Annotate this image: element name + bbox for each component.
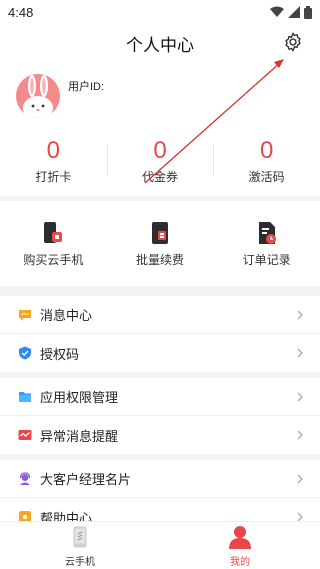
bottom-tab-bar: 云手机 我的 <box>0 521 320 569</box>
menu-item-help-center[interactable]: 帮助中心 <box>0 498 320 521</box>
order-record-icon <box>258 222 276 244</box>
action-label: 批量续费 <box>136 253 185 267</box>
stat-activation-code[interactable]: 0 激活码 <box>213 132 320 192</box>
stat-value: 0 <box>153 137 167 164</box>
page-header: 个人中心 <box>0 24 320 62</box>
menu-item-account-manager[interactable]: 大客户经理名片 <box>0 460 320 498</box>
folder-icon <box>19 391 31 402</box>
menu-item-app-permissions[interactable]: 应用权限管理 <box>0 378 320 416</box>
action-label: 购买云手机 <box>23 253 84 267</box>
chevron-right-icon <box>297 512 303 521</box>
action-label: 订单记录 <box>242 253 291 267</box>
chevron-right-icon <box>297 430 303 440</box>
headset-icon <box>19 471 31 485</box>
chevron-right-icon <box>297 392 303 401</box>
stat-label: 打折卡 <box>35 170 72 184</box>
menu-item-label: 应用权限管理 <box>40 390 119 405</box>
stat-value: 0 <box>46 137 61 164</box>
tab-label: 云手机 <box>65 557 95 568</box>
tab-cloud-phone[interactable]: 云手机 <box>0 522 160 569</box>
menu-item-label: 帮助中心 <box>40 510 93 522</box>
message-icon <box>19 309 31 321</box>
status-bar: 4:48 <box>0 0 320 24</box>
tab-mine[interactable]: 我的 <box>160 522 320 569</box>
avatar[interactable] <box>16 74 60 118</box>
battery-icon <box>304 5 312 19</box>
menu-group-messages: 消息中心 授权码 <box>0 296 320 372</box>
buy-cloud-phone-button[interactable]: 购买云手机 <box>0 201 107 286</box>
quick-actions: 购买云手机 批量续费 订单记录 <box>0 201 320 286</box>
status-time: 4:48 <box>8 4 34 20</box>
stat-voucher[interactable]: 0 代金券 <box>106 132 214 192</box>
phone-renew-icon <box>152 222 168 244</box>
wifi-icon <box>270 6 284 17</box>
chevron-right-icon <box>297 474 303 483</box>
menu-item-label: 授权码 <box>40 346 80 362</box>
stat-label: 激活码 <box>248 170 285 184</box>
profile-card: 用户ID: 0 打折卡 0 代金券 0 激活码 <box>0 62 320 196</box>
status-icons <box>270 5 312 19</box>
order-record-button[interactable]: 订单记录 <box>213 201 320 286</box>
menu-item-message-center[interactable]: 消息中心 <box>0 296 320 334</box>
person-icon <box>229 526 251 549</box>
menu-group-permissions: 应用权限管理 异常消息提醒 <box>0 378 320 454</box>
menu-group-support: 大客户经理名片 帮助中心 <box>0 460 320 521</box>
stat-value: 0 <box>260 137 274 164</box>
phone-buy-icon <box>44 222 63 243</box>
chevron-right-icon <box>297 310 303 319</box>
signal-icon <box>288 6 300 18</box>
menu-item-auth-code[interactable]: 授权码 <box>0 334 320 372</box>
alert-chart-icon <box>18 430 32 440</box>
help-icon <box>19 511 31 521</box>
menu-item-label: 大客户经理名片 <box>40 472 132 487</box>
stats-row: 0 打折卡 0 代金券 0 激活码 <box>0 132 320 192</box>
shield-check-icon <box>19 346 31 360</box>
batch-renew-button[interactable]: 批量续费 <box>107 201 214 286</box>
gear-icon[interactable] <box>282 31 304 53</box>
stat-label: 代金券 <box>142 170 179 184</box>
menu-item-abnormal-alert[interactable]: 异常消息提醒 <box>0 416 320 454</box>
menu-item-label: 异常消息提醒 <box>40 428 119 444</box>
user-id-label: 用户ID: <box>68 81 105 93</box>
cloud-phone-icon <box>73 526 87 548</box>
menu-item-label: 消息中心 <box>40 308 93 323</box>
stat-discount-card[interactable]: 0 打折卡 <box>0 132 107 192</box>
chevron-right-icon <box>297 348 303 358</box>
tab-label: 我的 <box>230 557 250 568</box>
page-title: 个人中心 <box>126 35 194 55</box>
rabbit-avatar-icon <box>23 75 53 118</box>
